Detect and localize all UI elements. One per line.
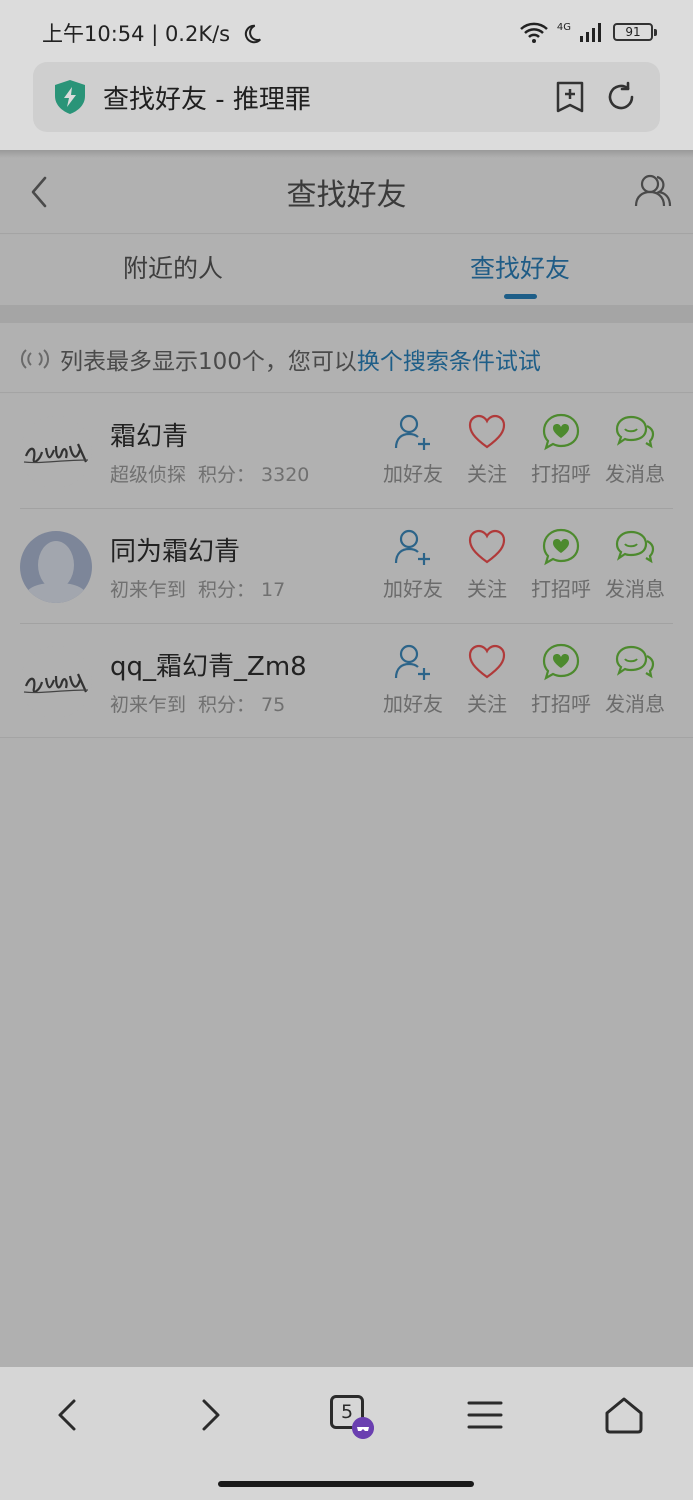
battery-icon: 91	[613, 23, 657, 41]
user-name[interactable]: qq_霜幻青_Zm8	[110, 646, 307, 683]
notice-text: 列表最多显示100个，您可以换个搜索条件试试	[60, 342, 541, 376]
add-friend-button[interactable]: 加好友	[376, 412, 450, 492]
heart-icon	[468, 414, 506, 449]
user-level: 超级侦探	[110, 464, 187, 486]
user-name[interactable]: 霜幻青	[110, 416, 188, 453]
add-friend-label: 加好友	[383, 692, 443, 716]
page-title: 查找好友 - 推理罪	[103, 85, 311, 115]
refresh-icon[interactable]	[604, 80, 638, 114]
battery-level: 91	[625, 25, 641, 39]
follow-label: 关注	[467, 462, 507, 486]
header-shadow	[0, 150, 693, 158]
wifi-icon	[520, 22, 548, 43]
message-label: 发消息	[605, 462, 665, 486]
greet-button[interactable]: 打招呼	[524, 642, 598, 722]
friends-icon[interactable]	[633, 172, 673, 210]
message-button[interactable]: 发消息	[598, 642, 672, 722]
tab-bar: 附近的人 查找好友	[0, 235, 693, 305]
browser-toolbar: 5	[0, 1367, 693, 1500]
user-name[interactable]: 同为霜幻青	[110, 531, 240, 568]
list-item[interactable]: 同为霜幻青 初来乍到 积分： 17 加好友 关注 打招呼 发消息	[0, 509, 693, 624]
score-label: 积分：	[198, 579, 256, 601]
app-header: 查找好友	[0, 150, 693, 234]
active-tab-indicator	[504, 294, 537, 299]
avatar	[20, 531, 92, 603]
user-meta: 初来乍到 积分： 75	[110, 690, 285, 717]
score-value: 75	[261, 694, 286, 716]
follow-button[interactable]: 关注	[450, 527, 524, 607]
user-level: 初来乍到	[110, 579, 187, 601]
user-meta: 超级侦探 积分： 3320	[110, 460, 309, 487]
user-list: 霜幻青 超级侦探 积分： 3320 加好友 关注 打招呼 发消息 同为霜幻青 初…	[0, 394, 693, 738]
forward-icon[interactable]	[186, 1391, 234, 1439]
browser-address-bar: 查找好友 - 推理罪	[0, 62, 693, 150]
tab-count: 5	[340, 1401, 354, 1423]
notice-prefix: 列表最多显示100个，您可以	[60, 349, 357, 375]
tab-find-friends[interactable]: 查找好友	[347, 249, 693, 285]
greet-icon	[542, 643, 580, 681]
heart-icon	[468, 644, 506, 679]
add-user-icon	[394, 644, 430, 680]
bookmark-add-icon[interactable]	[553, 80, 587, 114]
greet-button[interactable]: 打招呼	[524, 527, 598, 607]
follow-button[interactable]: 关注	[450, 412, 524, 492]
list-item[interactable]: 霜幻青 超级侦探 积分： 3320 加好友 关注 打招呼 发消息	[0, 394, 693, 509]
add-friend-button[interactable]: 加好友	[376, 642, 450, 722]
signature-avatar-icon	[20, 646, 92, 718]
address-field[interactable]: 查找好友 - 推理罪	[33, 62, 660, 132]
message-button[interactable]: 发消息	[598, 527, 672, 607]
greet-icon	[542, 413, 580, 451]
greet-icon	[542, 528, 580, 566]
score-label: 积分：	[198, 694, 256, 716]
add-friend-label: 加好友	[383, 577, 443, 601]
back-icon[interactable]	[44, 1391, 92, 1439]
home-indicator[interactable]	[218, 1481, 474, 1487]
user-meta: 初来乍到 积分： 17	[110, 575, 285, 602]
signature-avatar-icon	[20, 416, 92, 488]
tab-nearby[interactable]: 附近的人	[0, 249, 346, 285]
change-search-link[interactable]: 换个搜索条件试试	[357, 349, 541, 375]
home-icon[interactable]	[600, 1391, 648, 1439]
greet-label: 打招呼	[531, 577, 591, 601]
default-avatar-icon	[20, 531, 92, 603]
score-value: 3320	[261, 464, 310, 486]
network-type: 4G	[556, 21, 571, 33]
greet-label: 打招呼	[531, 692, 591, 716]
message-icon	[615, 415, 655, 449]
status-time-speed: 上午10:54 | 0.2K/s	[42, 18, 263, 48]
add-friend-label: 加好友	[383, 462, 443, 486]
follow-label: 关注	[467, 692, 507, 716]
score-value: 17	[261, 579, 286, 601]
search-notice: 列表最多显示100个，您可以换个搜索条件试试	[0, 323, 693, 393]
user-level: 初来乍到	[110, 694, 187, 716]
avatar	[20, 416, 92, 488]
message-icon	[615, 530, 655, 564]
header-title: 查找好友	[286, 178, 407, 213]
menu-icon[interactable]	[461, 1391, 509, 1439]
greet-label: 打招呼	[531, 462, 591, 486]
shield-icon	[55, 80, 85, 114]
greet-button[interactable]: 打招呼	[524, 412, 598, 492]
message-label: 发消息	[605, 692, 665, 716]
signal-icon	[580, 23, 601, 42]
list-item[interactable]: qq_霜幻青_Zm8 初来乍到 积分： 75 加好友 关注 打招呼 发消息	[0, 624, 693, 739]
incognito-badge-icon	[352, 1417, 374, 1439]
follow-button[interactable]: 关注	[450, 642, 524, 722]
section-gap	[0, 305, 693, 323]
message-label: 发消息	[605, 577, 665, 601]
status-bar: 上午10:54 | 0.2K/s 4G 91	[0, 0, 693, 62]
heart-icon	[468, 529, 506, 564]
add-user-icon	[394, 414, 430, 450]
add-friend-button[interactable]: 加好友	[376, 527, 450, 607]
broadcast-icon	[20, 349, 50, 369]
status-icons: 4G 91	[519, 18, 657, 46]
moon-icon	[244, 24, 261, 44]
add-user-icon	[394, 529, 430, 565]
avatar	[20, 646, 92, 718]
score-label: 积分：	[198, 464, 256, 486]
message-button[interactable]: 发消息	[598, 412, 672, 492]
message-icon	[615, 645, 655, 679]
follow-label: 关注	[467, 577, 507, 601]
